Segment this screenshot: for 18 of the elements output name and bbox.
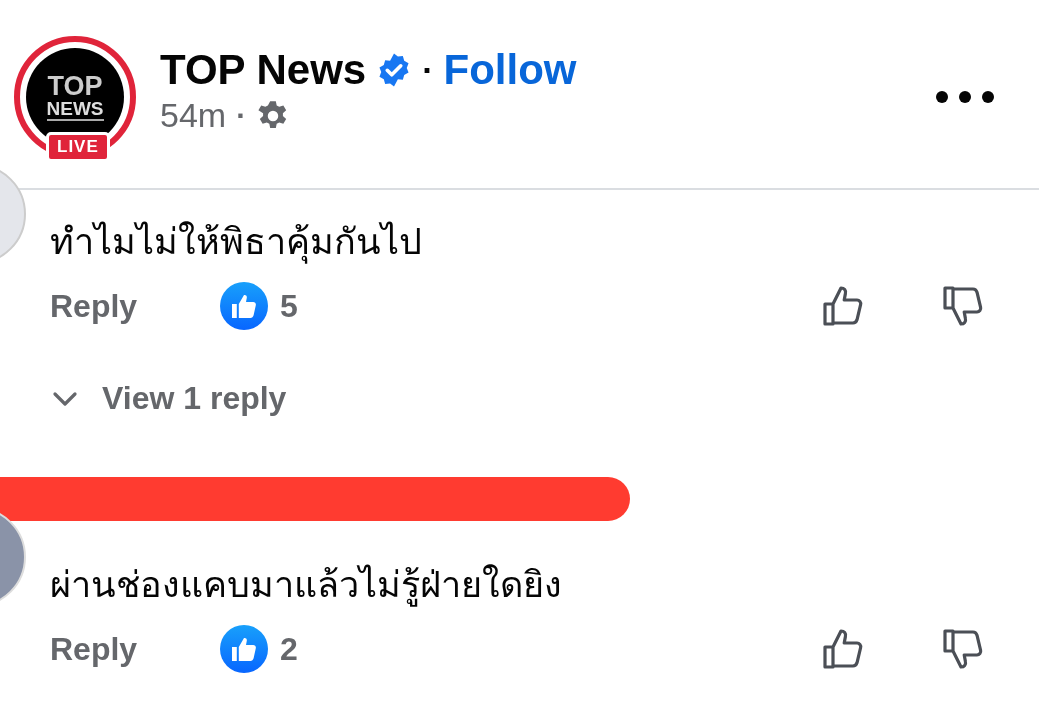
like-reaction-icon (220, 282, 268, 330)
follow-link[interactable]: Follow (443, 46, 577, 94)
reply-link[interactable]: Reply (50, 630, 220, 668)
comment-text: ผ่านช่องแคบมาแล้วไม่รู้ฝ่ายใดยิง (50, 563, 563, 609)
comment-text: ทำไมไม่ให้พิธาคุ้มกันไป (50, 220, 423, 266)
reply-link[interactable]: Reply (50, 287, 220, 325)
separator-dot: · (236, 98, 247, 133)
like-reaction-icon (220, 625, 268, 673)
logo-text: TOP (47, 73, 103, 99)
separator-dot: · (422, 50, 434, 90)
view-replies-link[interactable]: View 1 reply (50, 380, 987, 417)
more-options-icon[interactable] (935, 90, 995, 104)
like-count: 5 (280, 287, 298, 325)
page-name[interactable]: TOP News (160, 46, 367, 94)
logo-text: NEWS (46, 99, 104, 121)
post-time: 54m (160, 96, 227, 135)
like-count: 2 (280, 630, 298, 668)
live-badge: LIVE (46, 132, 110, 162)
